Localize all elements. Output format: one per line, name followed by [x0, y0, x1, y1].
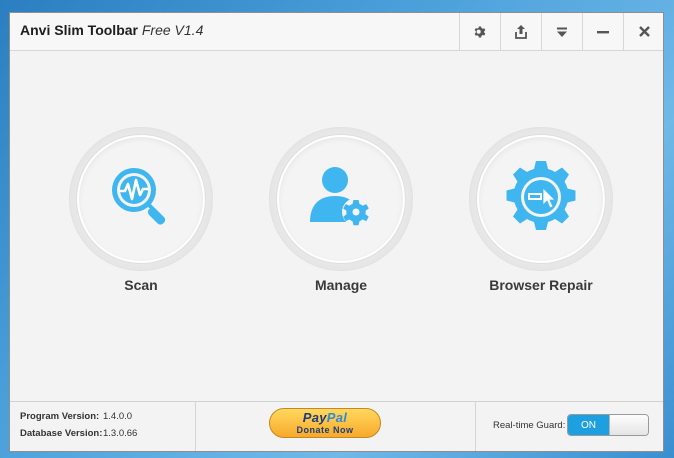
minimize-button[interactable] — [582, 13, 623, 50]
user-gear-icon — [306, 162, 376, 236]
menu-dropdown-icon — [556, 26, 568, 38]
program-version-value: 1.4.0.0 — [103, 411, 133, 422]
menu-dropdown-button[interactable] — [541, 13, 582, 50]
program-version-label: Program Version: — [20, 411, 100, 422]
program-version-row: Program Version: 1.4.0.0 — [20, 411, 132, 422]
scan-label[interactable]: Scan — [41, 277, 241, 293]
donate-now-label: Donate Now — [296, 425, 354, 435]
browser-repair-gear-icon — [503, 159, 579, 239]
manage-circle — [269, 127, 413, 271]
app-name: Anvi Slim Toolbar — [20, 22, 138, 38]
database-version-label: Database Version: — [20, 428, 103, 439]
title-bar: Anvi Slim Toolbar Free V1.4 — [10, 13, 663, 51]
database-version-row: Database Version:1.3.0.66 — [20, 428, 137, 439]
gear-icon — [473, 25, 487, 39]
footer-divider — [195, 402, 196, 451]
browser-repair-label[interactable]: Browser Repair — [441, 277, 641, 293]
settings-button[interactable] — [459, 13, 500, 50]
database-version-value: 1.3.0.66 — [103, 428, 138, 439]
paypal-logo: PayPal — [302, 410, 348, 425]
window-title: Anvi Slim Toolbar Free V1.4 — [20, 22, 203, 38]
browser-repair-button[interactable] — [477, 135, 605, 263]
close-button[interactable] — [623, 13, 664, 50]
footer-divider — [475, 402, 476, 451]
app-version: Free V1.4 — [141, 22, 204, 38]
realtime-guard-toggle[interactable]: ON — [567, 414, 649, 436]
toggle-on-label: ON — [568, 415, 609, 435]
toggle-knob[interactable] — [609, 415, 648, 435]
scan-button[interactable] — [77, 135, 205, 263]
scan-magnifier-icon — [106, 162, 176, 236]
browser-repair-circle — [469, 127, 613, 271]
minimize-icon — [597, 26, 609, 38]
share-icon — [514, 24, 528, 40]
paypal-donate-button[interactable]: PayPal Donate Now — [269, 408, 381, 438]
scan-circle — [69, 127, 213, 271]
realtime-guard-label: Real-time Guard: — [493, 420, 566, 431]
app-window: Anvi Slim Toolbar Free V1.4 Scan Manage … — [9, 12, 664, 452]
manage-button[interactable] — [277, 135, 405, 263]
close-icon — [638, 26, 650, 37]
manage-label[interactable]: Manage — [241, 277, 441, 293]
share-button[interactable] — [500, 13, 541, 50]
footer-bar: Program Version: 1.4.0.0 Database Version… — [10, 401, 663, 451]
